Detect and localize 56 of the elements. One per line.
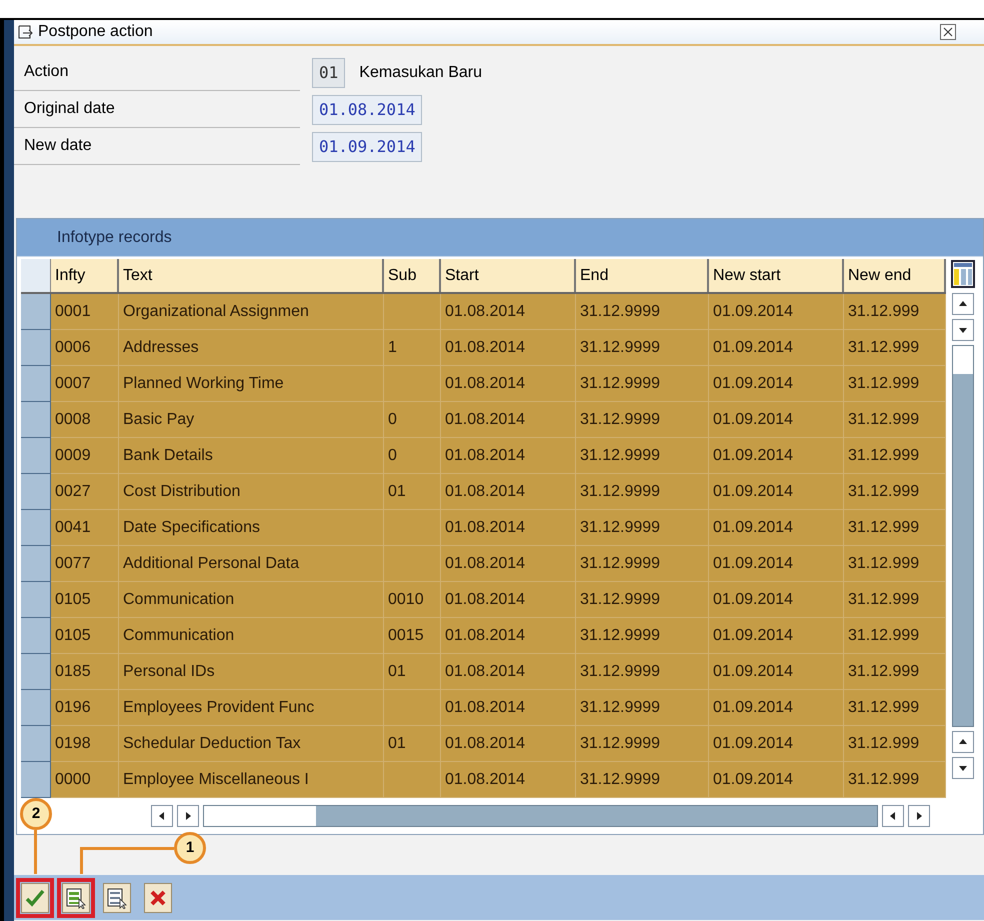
callout-badge: 1 [174, 832, 206, 864]
column-settings-icon[interactable] [951, 259, 975, 289]
row-selector[interactable] [21, 330, 51, 366]
field-description: Kemasukan Baru [359, 62, 482, 82]
row-selector[interactable] [21, 402, 51, 438]
vertical-scrollbar[interactable] [952, 345, 974, 727]
scroll-left-button[interactable] [882, 805, 904, 827]
scroll-down-button[interactable] [952, 757, 974, 779]
date-field[interactable]: 01.09.2014 [312, 132, 422, 162]
row-selector[interactable] [21, 726, 51, 762]
scroll-down-button[interactable] [952, 319, 974, 341]
row-selector[interactable] [21, 510, 51, 546]
scroll-left-button[interactable] [151, 805, 173, 827]
row-selector[interactable] [21, 654, 51, 690]
table-cell [384, 762, 441, 798]
row-selector[interactable] [21, 294, 51, 330]
table-cell: 31.12.9999 [576, 762, 709, 798]
row-selector[interactable] [21, 438, 51, 474]
table-cell: 01.09.2014 [709, 762, 844, 798]
close-button[interactable] [940, 24, 956, 40]
table-title: Infotype records [57, 228, 172, 248]
code-field[interactable]: 01 [312, 58, 346, 88]
checkmark-icon [25, 888, 45, 906]
column-header[interactable]: Sub [384, 259, 441, 292]
close-icon [943, 27, 953, 37]
date-field[interactable]: 01.08.2014 [312, 94, 422, 124]
column-header[interactable]: Start [441, 259, 576, 292]
column-header[interactable]: Infty [51, 259, 119, 292]
leader-line [34, 830, 37, 874]
horizontal-scrollbar[interactable] [203, 805, 878, 827]
table-cell: 01.08.2014 [441, 762, 576, 798]
scroll-up-button[interactable] [952, 731, 974, 753]
scroll-right-button[interactable] [177, 805, 199, 827]
row-selector[interactable] [21, 546, 51, 582]
row-selector[interactable] [21, 582, 51, 618]
column-header[interactable]: New start [709, 259, 844, 292]
list-cursor-icon [106, 886, 128, 908]
table-cell: 0000 [51, 762, 119, 798]
row-selector[interactable] [21, 474, 51, 510]
scroll-up-button[interactable] [952, 293, 974, 315]
dialog-icon [18, 25, 34, 39]
row-selector[interactable] [21, 618, 51, 654]
table-cell: Employee Miscellaneous I [119, 762, 384, 798]
row-selector[interactable] [21, 762, 51, 798]
table-cell: 31.12.999 [844, 762, 946, 798]
toolbar-button[interactable] [62, 882, 90, 912]
scroll-right-button[interactable] [908, 805, 930, 827]
list-cursor-icon [65, 886, 87, 908]
toolbar-button[interactable] [103, 882, 131, 912]
column-header[interactable]: New end [844, 259, 946, 292]
window-title: Postpone action [38, 22, 153, 42]
column-header[interactable]: End [576, 259, 709, 292]
column-header[interactable]: Text [119, 259, 384, 292]
row-selector[interactable] [21, 690, 51, 726]
close-icon [149, 888, 167, 906]
row-selector[interactable] [21, 366, 51, 402]
